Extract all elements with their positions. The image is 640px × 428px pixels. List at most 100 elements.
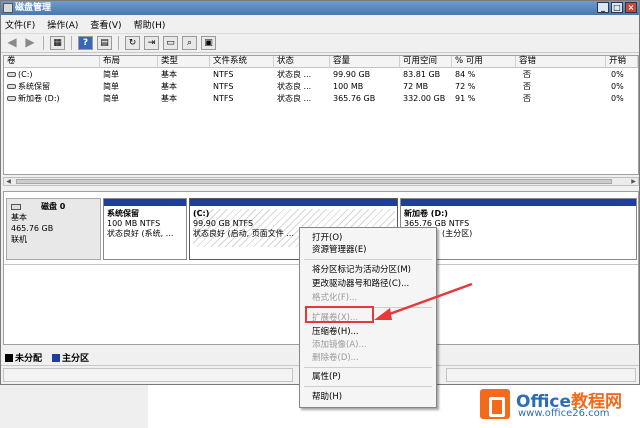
scroll-left-icon[interactable]: ◀ xyxy=(4,178,13,185)
file-system-cell: NTFS xyxy=(213,70,234,79)
menu-item-add-mirror: 添加镜像(A)... xyxy=(312,340,367,350)
table-row[interactable]: (C:) 简单 基本 NTFS 状态良 ... 99.90 GB 83.81 G… xyxy=(4,69,638,81)
column-header-percent-free[interactable]: % 可用 xyxy=(452,56,516,68)
menu-item-mark-active[interactable]: 将分区标记为活动分区(M) xyxy=(312,264,411,276)
status-cell: 状态良 ... xyxy=(277,70,312,79)
disk-status: 联机 xyxy=(11,235,27,244)
capacity-cell: 99.90 GB xyxy=(333,70,371,79)
partition-status: 状态良好 (系统, ... xyxy=(107,229,174,238)
partition-status: (主分区) xyxy=(442,229,473,238)
partition-name: (C:) xyxy=(193,209,210,218)
close-button[interactable]: × xyxy=(625,2,637,13)
menu-file[interactable]: 文件(F) xyxy=(5,18,35,31)
fault-tolerance-cell: 否 xyxy=(523,70,531,79)
menu-view[interactable]: 查看(V) xyxy=(90,18,121,31)
refresh-icon[interactable]: ↻ xyxy=(125,36,140,50)
layout-cell: 简单 xyxy=(103,82,119,91)
disk-properties-icon[interactable]: ▣ xyxy=(201,36,216,50)
capacity-cell: 365.76 GB xyxy=(333,94,376,103)
menu-item-explore[interactable]: 资源管理器(E) xyxy=(312,244,367,256)
partition-size: 365.76 GB NTFS xyxy=(404,219,470,228)
drive-icon xyxy=(7,96,16,101)
overhead-cell: 0% xyxy=(611,82,624,91)
percent-free-cell: 84 % xyxy=(455,70,476,79)
menu-separator xyxy=(304,259,432,260)
volume-name: 新加卷 (D:) xyxy=(18,94,60,103)
layout-cell: 简单 xyxy=(103,94,119,103)
capacity-cell: 100 MB xyxy=(333,82,364,91)
menu-action[interactable]: 操作(A) xyxy=(47,18,78,31)
free-space-cell: 332.00 GB xyxy=(403,94,446,103)
type-cell: 基本 xyxy=(161,70,177,79)
column-header-fault-tolerance[interactable]: 容错 xyxy=(516,56,606,68)
menu-item-delete-volume: 删除卷(D)... xyxy=(312,353,359,363)
title-bar: 磁盘管理 _ □ × xyxy=(1,1,639,15)
menu-separator xyxy=(304,386,432,387)
column-header-status[interactable]: 状态 xyxy=(274,56,330,68)
layout-cell: 简单 xyxy=(103,70,119,79)
column-header-overhead[interactable]: 开销 xyxy=(606,56,638,68)
volume-name: (C:) xyxy=(18,70,33,79)
column-header-free-space[interactable]: 可用空间 xyxy=(400,56,452,68)
primary-partition-bar xyxy=(104,199,186,206)
partition-details: 系统保留 100 MB NTFS 状态良好 (系统, ... xyxy=(107,209,184,239)
free-space-cell: 83.81 GB xyxy=(403,70,441,79)
back-arrow-icon[interactable]: ◀ xyxy=(5,36,19,50)
table-row[interactable]: 系统保留 简单 基本 NTFS 状态良 ... 100 MB 72 MB 72 … xyxy=(4,81,638,93)
status-cell: 状态良 ... xyxy=(277,82,312,91)
scrollbar-thumb[interactable] xyxy=(16,179,612,184)
export-list-icon[interactable]: ⇥ xyxy=(144,36,159,50)
menu-item-shrink-volume[interactable]: 压缩卷(H)... xyxy=(312,326,359,338)
legend: 未分配 主分区 xyxy=(5,351,89,364)
volume-cell: (C:) xyxy=(4,69,100,81)
percent-free-cell: 91 % xyxy=(455,94,476,103)
legend-label: 主分区 xyxy=(62,354,90,364)
column-header-volume[interactable]: 卷 xyxy=(4,56,100,68)
partition-system-reserved[interactable]: 系统保留 100 MB NTFS 状态良好 (系统, ... xyxy=(103,198,187,260)
type-cell: 基本 xyxy=(161,82,177,91)
toolbar-separator xyxy=(43,36,44,50)
unallocated-swatch xyxy=(5,354,13,362)
maximize-button[interactable]: □ xyxy=(611,2,623,13)
properties-icon[interactable]: ▤ xyxy=(97,36,112,50)
annotation-arrow-shaft xyxy=(383,282,473,318)
rescan-disk-icon[interactable]: ⌕ xyxy=(182,36,197,50)
legend-label: 未分配 xyxy=(15,354,43,364)
volume-name: 系统保留 xyxy=(18,82,50,91)
menu-bar: 文件(F) 操作(A) 查看(V) 帮助(H) xyxy=(1,15,639,33)
scroll-right-icon[interactable]: ▶ xyxy=(629,178,638,185)
column-header-capacity[interactable]: 容量 xyxy=(330,56,400,68)
office-logo-icon xyxy=(480,389,510,419)
partition-name: 新加卷 (D:) xyxy=(404,209,448,218)
file-system-cell: NTFS xyxy=(213,94,234,103)
background-window-fragment xyxy=(0,385,148,428)
partition-size: 100 MB NTFS xyxy=(107,219,161,228)
menu-item-help[interactable]: 帮助(H) xyxy=(312,391,342,403)
table-row[interactable]: 新加卷 (D:) 简单 基本 NTFS 状态良 ... 365.76 GB 33… xyxy=(4,93,638,105)
column-header-file-system[interactable]: 文件系统 xyxy=(210,56,274,68)
watermark: Office教程网 www.office26.com xyxy=(474,383,640,428)
menu-item-open[interactable]: 打开(O) xyxy=(312,232,342,244)
forward-arrow-icon[interactable]: ▶ xyxy=(23,36,37,50)
table-header-row: 卷 布局 类型 文件系统 状态 容量 可用空间 % 可用 容错 开销 xyxy=(4,56,638,68)
column-header-layout[interactable]: 布局 xyxy=(100,56,158,68)
file-system-cell: NTFS xyxy=(213,82,234,91)
disk-size: 465.76 GB xyxy=(11,224,54,233)
disk-name: 磁盘 0 xyxy=(41,202,66,211)
volume-list-table: 卷 布局 类型 文件系统 状态 容量 可用空间 % 可用 容错 开销 (C:) … xyxy=(3,55,639,175)
column-header-type[interactable]: 类型 xyxy=(158,56,210,68)
minimize-button[interactable]: _ xyxy=(597,2,609,13)
open-folder-icon[interactable]: ▭ xyxy=(163,36,178,50)
console-tree-icon[interactable]: ▦ xyxy=(50,36,65,50)
toolbar: ◀ ▶ ▦ ? ▤ ↻ ⇥ ▭ ⌕ ▣ xyxy=(1,33,639,53)
menu-item-properties[interactable]: 属性(P) xyxy=(312,371,341,383)
volume-cell: 新加卷 (D:) xyxy=(4,93,100,105)
help-icon[interactable]: ? xyxy=(78,36,93,50)
horizontal-scrollbar[interactable]: ◀ ▶ xyxy=(3,177,639,186)
primary-partition-bar xyxy=(190,199,397,206)
disk-0-info[interactable]: 磁盘 0 基本 465.76 GB 联机 xyxy=(6,198,101,260)
annotation-arrow-icon xyxy=(374,282,473,320)
menu-separator xyxy=(304,367,432,368)
menu-help[interactable]: 帮助(H) xyxy=(134,18,166,31)
fault-tolerance-cell: 否 xyxy=(523,94,531,103)
